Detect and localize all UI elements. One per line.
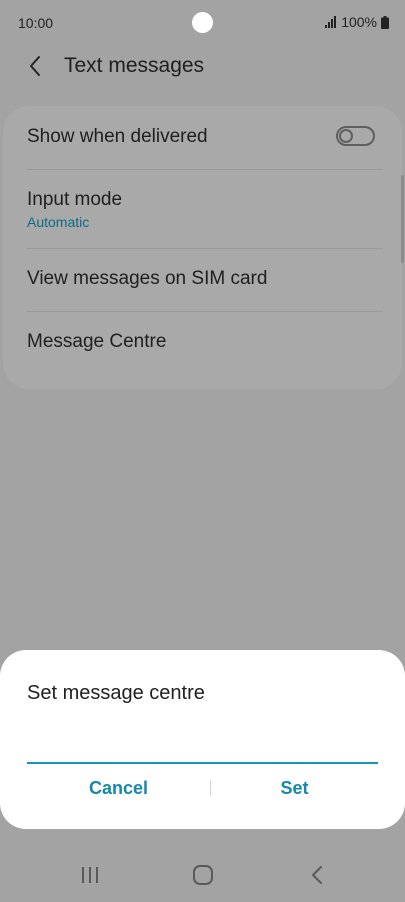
- status-time: 10:00: [18, 15, 54, 31]
- back-button[interactable]: [20, 52, 50, 80]
- recents-icon: [82, 867, 98, 883]
- nav-back-button[interactable]: [297, 862, 337, 888]
- setting-label: Message Centre: [27, 331, 167, 352]
- home-icon: [193, 865, 213, 885]
- set-button[interactable]: Set: [211, 776, 378, 800]
- settings-card: Show when delivered Input mode Automatic…: [3, 106, 402, 389]
- setting-input-mode[interactable]: Input mode Automatic: [27, 170, 385, 248]
- input-mode-value: Automatic: [27, 214, 90, 230]
- message-centre-input[interactable]: [27, 736, 378, 764]
- cancel-button[interactable]: Cancel: [27, 776, 210, 800]
- toggle-knob: [339, 129, 353, 143]
- app-header: Text messages: [0, 46, 405, 86]
- show-when-delivered-toggle[interactable]: [336, 126, 375, 146]
- battery-percentage: 100%: [341, 14, 377, 30]
- home-button[interactable]: [183, 862, 223, 888]
- recents-button[interactable]: [70, 862, 110, 888]
- scroll-indicator[interactable]: [401, 175, 404, 263]
- setting-label: View messages on SIM card: [27, 268, 268, 289]
- page-title: Text messages: [64, 54, 205, 77]
- status-bar: 10:00 100%: [0, 0, 405, 46]
- setting-message-centre[interactable]: Message Centre: [27, 312, 385, 374]
- dialog-title: Set message centre: [27, 682, 205, 704]
- navigation-bar: [0, 848, 405, 902]
- setting-label: Input mode: [27, 189, 123, 210]
- camera-cutout: [192, 12, 213, 33]
- setting-label: Show when delivered: [27, 126, 208, 147]
- setting-show-when-delivered[interactable]: Show when delivered: [27, 106, 385, 169]
- chevron-left-icon: [30, 56, 40, 76]
- back-icon: [312, 866, 322, 884]
- signal-icon: [325, 16, 337, 28]
- set-message-centre-dialog: Set message centre Cancel Set: [0, 650, 405, 829]
- setting-view-sim-messages[interactable]: View messages on SIM card: [27, 249, 385, 311]
- status-indicators: 100%: [325, 14, 389, 30]
- battery-icon: [381, 15, 389, 29]
